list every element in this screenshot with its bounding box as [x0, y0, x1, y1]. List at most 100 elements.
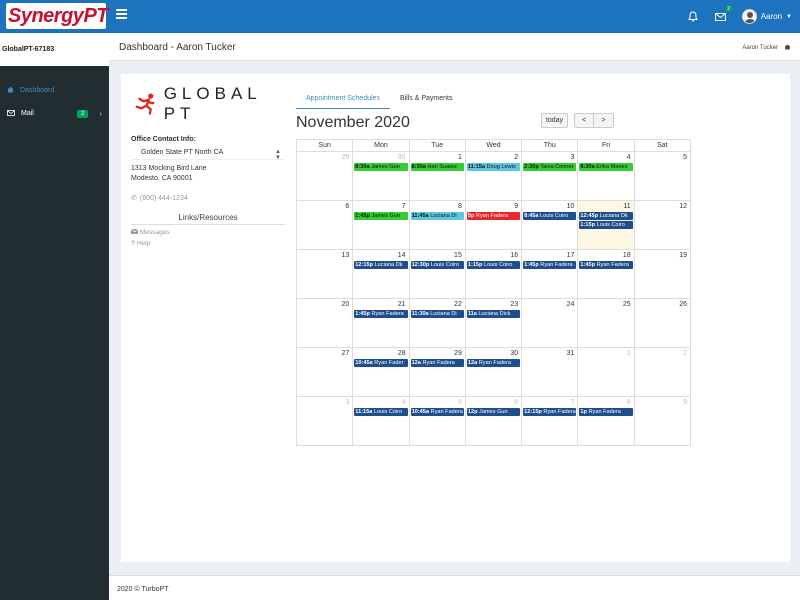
appointment-event[interactable]: 1p Ryan Fadera	[579, 408, 633, 416]
day-cell[interactable]: 6	[295, 200, 354, 250]
day-cell[interactable]: 12	[633, 200, 692, 250]
day-cell[interactable]: 24	[521, 298, 579, 348]
home-icon[interactable]	[784, 44, 791, 52]
appointment-event[interactable]: 10:45a Ryan Fadera	[410, 408, 464, 416]
sidebar-item-mail[interactable]: Mail 2 ›	[0, 102, 109, 125]
appointment-event[interactable]: 12:30p Louis Coiro	[410, 261, 464, 269]
appointment-event[interactable]: 1:45p Ryan Fadera	[579, 261, 633, 269]
appointment-event[interactable]: 1:45p Ryan Fadera	[523, 261, 577, 269]
sidebar-item-dashboard[interactable]: Dashboard	[0, 79, 109, 102]
day-cell[interactable]: 9	[633, 396, 692, 446]
day-cell[interactable]: 29 12a Ryan Fadera	[408, 347, 466, 397]
messages-link[interactable]: Messages	[130, 228, 285, 236]
day-cell[interactable]: 8 1p Ryan Fadera	[577, 396, 635, 446]
day-cell[interactable]: 27	[295, 347, 354, 397]
day-cell[interactable]: 11 12:45p Luciana Dk 1:15p Louis Coiro	[577, 200, 635, 250]
appointment-event[interactable]: 12:15p Luciana Dk	[354, 261, 408, 269]
tab-bills-payments[interactable]: Bills & Payments	[390, 91, 463, 109]
appointment-event[interactable]: 5p Ryan Fadera	[466, 212, 521, 220]
office-location-select[interactable]: Golden State PT North CA ▲ ▼	[131, 146, 285, 161]
day-cell[interactable]: 19	[633, 249, 692, 299]
day-cell[interactable]: 8 11:45a Luciana Di	[408, 200, 466, 250]
day-cell[interactable]: 25	[577, 298, 635, 348]
day-cell[interactable]: 14 12:15p Luciana Dk	[352, 249, 410, 299]
day-cell[interactable]: 30 12a Ryan Fadera	[464, 347, 523, 397]
day-cell[interactable]: 30 8:30a James Gun	[352, 151, 410, 201]
day-cell[interactable]: 21 1:45p Ryan Fadera	[352, 298, 410, 348]
day-cell[interactable]: 7 1:45p James Gun	[352, 200, 410, 250]
event-patient-name: Ryan Fadera	[586, 409, 621, 415]
day-cell[interactable]: 9 5p Ryan Fadera	[464, 200, 523, 250]
appointment-event[interactable]: 10:45a Ryan Fader	[354, 359, 408, 367]
appointment-event[interactable]: 12a Ryan Fadera	[410, 359, 464, 367]
appointment-event[interactable]: 2:30p Tania Conner	[523, 163, 577, 171]
chevron-right-icon: ›	[99, 109, 102, 118]
day-number: 29	[341, 154, 350, 161]
user-menu[interactable]: Aaron ▼	[741, 9, 792, 24]
day-cell[interactable]: 1 8:30a Han Suarez	[408, 151, 466, 201]
day-cell[interactable]: 2 11:15a Doug Lewis	[464, 151, 523, 201]
day-cell[interactable]: 22 11:30a Luciana Di	[408, 298, 466, 348]
day-cell[interactable]: 1	[577, 347, 635, 397]
day-number: 2	[514, 154, 519, 161]
day-cell[interactable]: 2	[633, 347, 692, 397]
day-cell[interactable]: 28 10:45a Ryan Fader	[352, 347, 410, 397]
day-cell[interactable]: 4 11:15a Louis Coiro	[352, 396, 410, 446]
appointment-event[interactable]: 12:15p Ryan Fadera	[523, 408, 577, 416]
week-row: 3 4 11:15a Louis Coiro 5 10:45a Ryan Fadera 6…	[295, 396, 692, 446]
day-cell[interactable]: 5	[633, 151, 692, 201]
office-location-value: Golden State PT North CA	[141, 149, 224, 156]
day-cell[interactable]: 29	[295, 151, 354, 201]
day-cell[interactable]: 10 8:45a Louis Coiro	[521, 200, 579, 250]
appointment-event[interactable]: 8:45a Louis Coiro	[523, 212, 577, 220]
menu-toggle-icon[interactable]	[116, 9, 127, 19]
day-cell[interactable]: 16 1:15p Louis Coiro	[464, 249, 523, 299]
bell-icon[interactable]	[686, 10, 700, 24]
appointment-event[interactable]: 1:45p Ryan Fadera	[354, 310, 408, 318]
tabs: Appointment Schedules Bills & Payments	[296, 91, 462, 109]
day-cell[interactable]: 26	[633, 298, 692, 348]
appointment-event[interactable]: 12a Ryan Fadera	[466, 359, 521, 367]
day-cell[interactable]: 4 8:30a Erika Manes	[577, 151, 635, 201]
appointment-event[interactable]: 8:30a James Gun	[354, 163, 408, 171]
day-cell[interactable]: 20	[295, 298, 354, 348]
day-cell[interactable]: 18 1:45p Ryan Fadera	[577, 249, 635, 299]
appointment-event[interactable]: 11:15a Louis Coiro	[354, 408, 408, 416]
day-cell[interactable]: 31	[521, 347, 579, 397]
day-cell[interactable]: 6 12p James Gun	[464, 396, 523, 446]
day-number: 3	[570, 154, 575, 161]
day-cell[interactable]: 15 12:30p Louis Coiro	[408, 249, 466, 299]
appointment-event[interactable]: 8:30a Han Suarez	[410, 163, 464, 171]
appointment-event[interactable]: 12p James Gun	[466, 408, 521, 416]
help-link[interactable]: ? Help	[131, 240, 285, 247]
next-month-button[interactable]: >	[594, 113, 614, 128]
chevron-down-icon: ▼	[786, 13, 792, 20]
appointment-event[interactable]: 8:30a Erika Manes	[579, 163, 633, 171]
appointment-event[interactable]: 1:15p Louis Coiro	[579, 221, 633, 229]
day-number: 7	[401, 203, 406, 210]
appointment-event[interactable]: 12:45p Luciana Dk	[579, 212, 633, 220]
day-cell[interactable]: 7 12:15p Ryan Fadera	[521, 396, 579, 446]
day-cell[interactable]: 3	[295, 396, 354, 446]
appointment-event[interactable]: 1:15p Louis Coiro	[466, 261, 521, 269]
mail-notification-icon[interactable]: 2	[714, 5, 732, 24]
appointment-event[interactable]: 11:45a Luciana Di	[410, 212, 464, 220]
sidebar-item-label: Mail	[21, 110, 34, 117]
event-patient-name: Luciana Dick	[476, 311, 511, 317]
breadcrumb-user[interactable]: Aaron Tucker	[742, 45, 778, 51]
appointment-event[interactable]: 11:15a Doug Lewis	[466, 163, 521, 171]
today-button[interactable]: today	[541, 113, 568, 128]
day-cell[interactable]: 23 11a Luciana Dick	[464, 298, 523, 348]
office-address: 1313 Mocking Bird Lane Modesto, CA 90001	[131, 164, 285, 184]
day-cell[interactable]: 17 1:45p Ryan Fadera	[521, 249, 579, 299]
appointment-event[interactable]: 11a Luciana Dick	[466, 310, 521, 318]
day-cell[interactable]: 13	[295, 249, 354, 299]
appointment-event[interactable]: 11:30a Luciana Di	[410, 310, 464, 318]
day-cell[interactable]: 5 10:45a Ryan Fadera	[408, 396, 466, 446]
synergy-pt-logo[interactable]: SynergyPT	[6, 3, 108, 29]
tab-appointment-schedules[interactable]: Appointment Schedules	[296, 91, 390, 109]
day-cell[interactable]: 3 2:30p Tania Conner	[521, 151, 579, 201]
appointment-event[interactable]: 1:45p James Gun	[354, 212, 408, 220]
day-number: 13	[341, 252, 350, 259]
prev-month-button[interactable]: <	[574, 113, 594, 128]
